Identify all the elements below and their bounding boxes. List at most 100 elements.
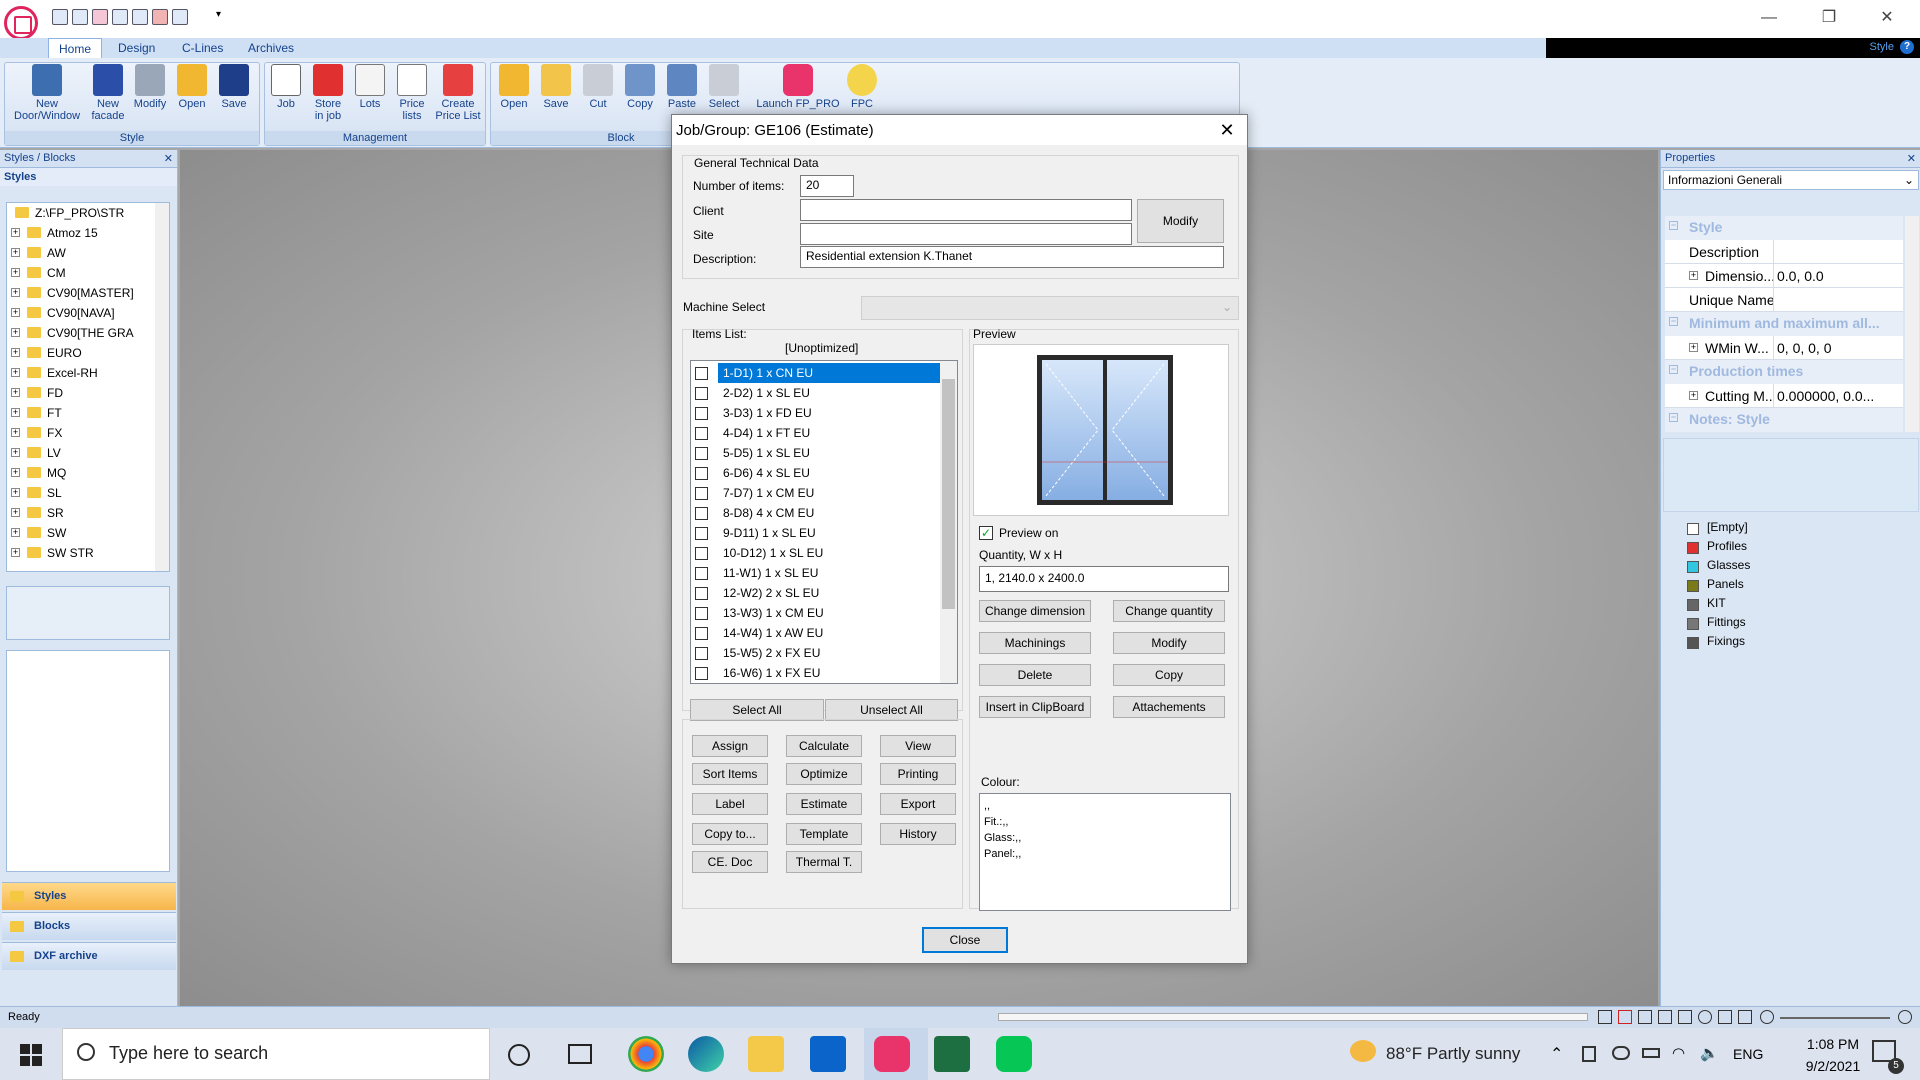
open-block-button[interactable]: Open xyxy=(492,64,536,110)
item-checkbox[interactable] xyxy=(695,487,708,500)
app-menu-icon[interactable] xyxy=(4,6,38,40)
export-button[interactable]: Export xyxy=(880,793,956,815)
list-item[interactable]: 11-W1) 1 x SL EU xyxy=(691,563,941,583)
dialog-close-icon[interactable]: ✕ xyxy=(1210,118,1244,142)
qat-select-icon[interactable] xyxy=(172,9,188,25)
legend-item[interactable]: Fittings xyxy=(1675,615,1915,634)
nav-blocks-button[interactable]: Blocks xyxy=(2,912,176,940)
expand-icon[interactable]: + xyxy=(11,388,20,397)
zoom-out-icon[interactable] xyxy=(1760,1010,1774,1024)
help-icon[interactable]: ? xyxy=(1900,40,1914,54)
tab-design[interactable]: Design xyxy=(108,38,165,58)
tab-home[interactable]: Home xyxy=(48,38,103,58)
store-in-job-button[interactable]: Store in job xyxy=(306,64,350,122)
redraw-icon[interactable] xyxy=(1618,1010,1632,1024)
price-lists-button[interactable]: Price lists xyxy=(390,64,434,122)
onedrive-icon[interactable] xyxy=(1612,1046,1630,1060)
new-facade-button[interactable]: New facade xyxy=(86,64,130,122)
list-item[interactable]: 13-W3) 1 x CM EU xyxy=(691,603,941,623)
modify-button[interactable]: Modify xyxy=(1113,632,1225,654)
change-dimension-button[interactable]: Change dimension xyxy=(979,600,1091,622)
qat-app-icon[interactable] xyxy=(92,9,108,25)
tree-folder-item[interactable]: + FX xyxy=(7,423,169,443)
chrome-icon[interactable] xyxy=(628,1036,664,1072)
expand-icon[interactable]: + xyxy=(11,308,20,317)
item-checkbox[interactable] xyxy=(695,587,708,600)
measure-icon[interactable] xyxy=(1678,1010,1692,1024)
sort-items-button[interactable]: Sort Items xyxy=(692,763,768,785)
zoom-slider[interactable] xyxy=(1780,1017,1890,1019)
legend-item[interactable]: KIT xyxy=(1675,596,1915,615)
item-checkbox[interactable] xyxy=(695,427,708,440)
expand-icon[interactable]: + xyxy=(11,288,20,297)
clock-date[interactable]: 9/2/2021 xyxy=(1788,1058,1878,1074)
tree-root[interactable]: Z:\FP_PRO\STR xyxy=(7,203,169,223)
zoom-in-icon[interactable] xyxy=(1898,1010,1912,1024)
collapse-icon[interactable]: − xyxy=(1669,365,1678,374)
tree-folder-item[interactable]: + Excel-RH xyxy=(7,363,169,383)
tree-folder-item[interactable]: + SL xyxy=(7,483,169,503)
calculate-button[interactable]: Calculate xyxy=(786,735,862,757)
tab-archives[interactable]: Archives xyxy=(238,38,304,58)
label-button[interactable]: Label xyxy=(692,793,768,815)
item-checkbox[interactable] xyxy=(695,407,708,420)
restore-icon[interactable]: ❐ xyxy=(1806,4,1852,32)
insert-in-clipboard-button[interactable]: Insert in ClipBoard xyxy=(979,696,1091,718)
modify-general-button[interactable]: Modify xyxy=(1137,199,1224,243)
minimize-icon[interactable]: — xyxy=(1746,4,1792,32)
items-scrollbar[interactable] xyxy=(940,361,957,683)
grid-icon[interactable] xyxy=(1658,1010,1672,1024)
tree-folder-item[interactable]: + SW STR xyxy=(7,543,169,563)
nav-styles-button[interactable]: Styles xyxy=(2,882,176,910)
volume-icon[interactable]: 🔈 xyxy=(1700,1044,1719,1062)
item-checkbox[interactable] xyxy=(695,547,708,560)
delete-button[interactable]: Delete xyxy=(979,664,1091,686)
description-input[interactable]: Residential extension K.Thanet xyxy=(800,246,1224,268)
property-row[interactable]: + Dimensio... 0.0, 0.0 xyxy=(1665,264,1903,288)
tree-folder-item[interactable]: + Atmoz 15 xyxy=(7,223,169,243)
expand-icon[interactable]: + xyxy=(11,368,20,377)
tree-folder-item[interactable]: + CV90[MASTER] xyxy=(7,283,169,303)
tree-folder-item[interactable]: + SR xyxy=(7,503,169,523)
line-icon[interactable] xyxy=(996,1036,1032,1072)
quantity-input[interactable]: 1, 2140.0 x 2400.0 xyxy=(979,566,1229,592)
list-item[interactable]: 2-D2) 1 x SL EU xyxy=(691,383,941,403)
expand-icon[interactable]: + xyxy=(11,328,20,337)
close-button[interactable]: Close xyxy=(922,927,1008,953)
language-indicator[interactable]: ENG xyxy=(1733,1046,1763,1062)
assign-button[interactable]: Assign xyxy=(692,735,768,757)
close-properties-icon[interactable]: ✕ xyxy=(1907,152,1916,165)
property-category[interactable]: − Notes: Style xyxy=(1665,408,1903,432)
cortana-icon[interactable] xyxy=(508,1044,530,1066)
list-item[interactable]: 16-W6) 1 x FX EU xyxy=(691,663,941,683)
list-item[interactable]: 14-W4) 1 x AW EU xyxy=(691,623,941,643)
history-button[interactable]: History xyxy=(880,823,956,845)
collapse-icon[interactable]: − xyxy=(1669,221,1678,230)
view-button[interactable]: View xyxy=(880,735,956,757)
list-item[interactable]: 10-D12) 1 x SL EU xyxy=(691,543,941,563)
qat-window-icon[interactable] xyxy=(72,9,88,25)
item-checkbox[interactable] xyxy=(695,607,708,620)
qat-width-icon[interactable] xyxy=(132,9,148,25)
list-item[interactable]: 3-D3) 1 x FD EU xyxy=(691,403,941,423)
item-checkbox[interactable] xyxy=(695,567,708,580)
select-all-button[interactable]: Select All xyxy=(690,699,824,721)
ce-doc-button[interactable]: CE. Doc xyxy=(692,851,768,873)
list-item[interactable]: 8-D8) 4 x CM EU xyxy=(691,503,941,523)
item-checkbox[interactable] xyxy=(695,527,708,540)
item-checkbox[interactable] xyxy=(695,387,708,400)
expand-icon[interactable]: + xyxy=(11,448,20,457)
expand-icon[interactable]: + xyxy=(11,348,20,357)
properties-dropdown[interactable]: Informazioni Generali ⌄ xyxy=(1663,170,1919,190)
tree-folder-item[interactable]: + MQ xyxy=(7,463,169,483)
nav-dxf-archive-button[interactable]: DXF archive xyxy=(2,942,176,970)
tab-c-lines[interactable]: C-Lines xyxy=(172,38,233,58)
tree-folder-item[interactable]: + LV xyxy=(7,443,169,463)
tree-folder-item[interactable]: + AW xyxy=(7,243,169,263)
copy-to-button[interactable]: Copy to... xyxy=(692,823,768,845)
attachements-button[interactable]: Attachements xyxy=(1113,696,1225,718)
task-view-icon[interactable] xyxy=(568,1044,592,1064)
item-checkbox[interactable] xyxy=(695,447,708,460)
qat-new-icon[interactable] xyxy=(52,9,68,25)
property-value[interactable]: 0.000000, 0.0... xyxy=(1777,388,1903,404)
